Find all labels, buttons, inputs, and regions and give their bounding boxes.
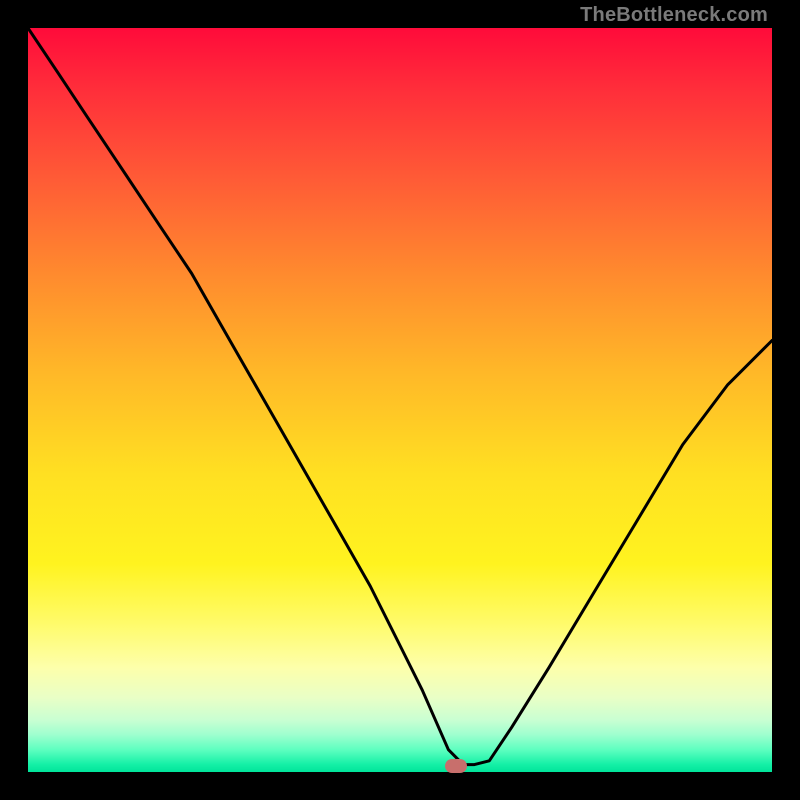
chart-frame: TheBottleneck.com — [0, 0, 800, 800]
watermark-text: TheBottleneck.com — [580, 4, 768, 27]
curve-svg — [28, 28, 772, 772]
bottleneck-curve — [28, 28, 772, 765]
plot-area — [28, 28, 772, 772]
minimum-marker — [445, 759, 467, 773]
